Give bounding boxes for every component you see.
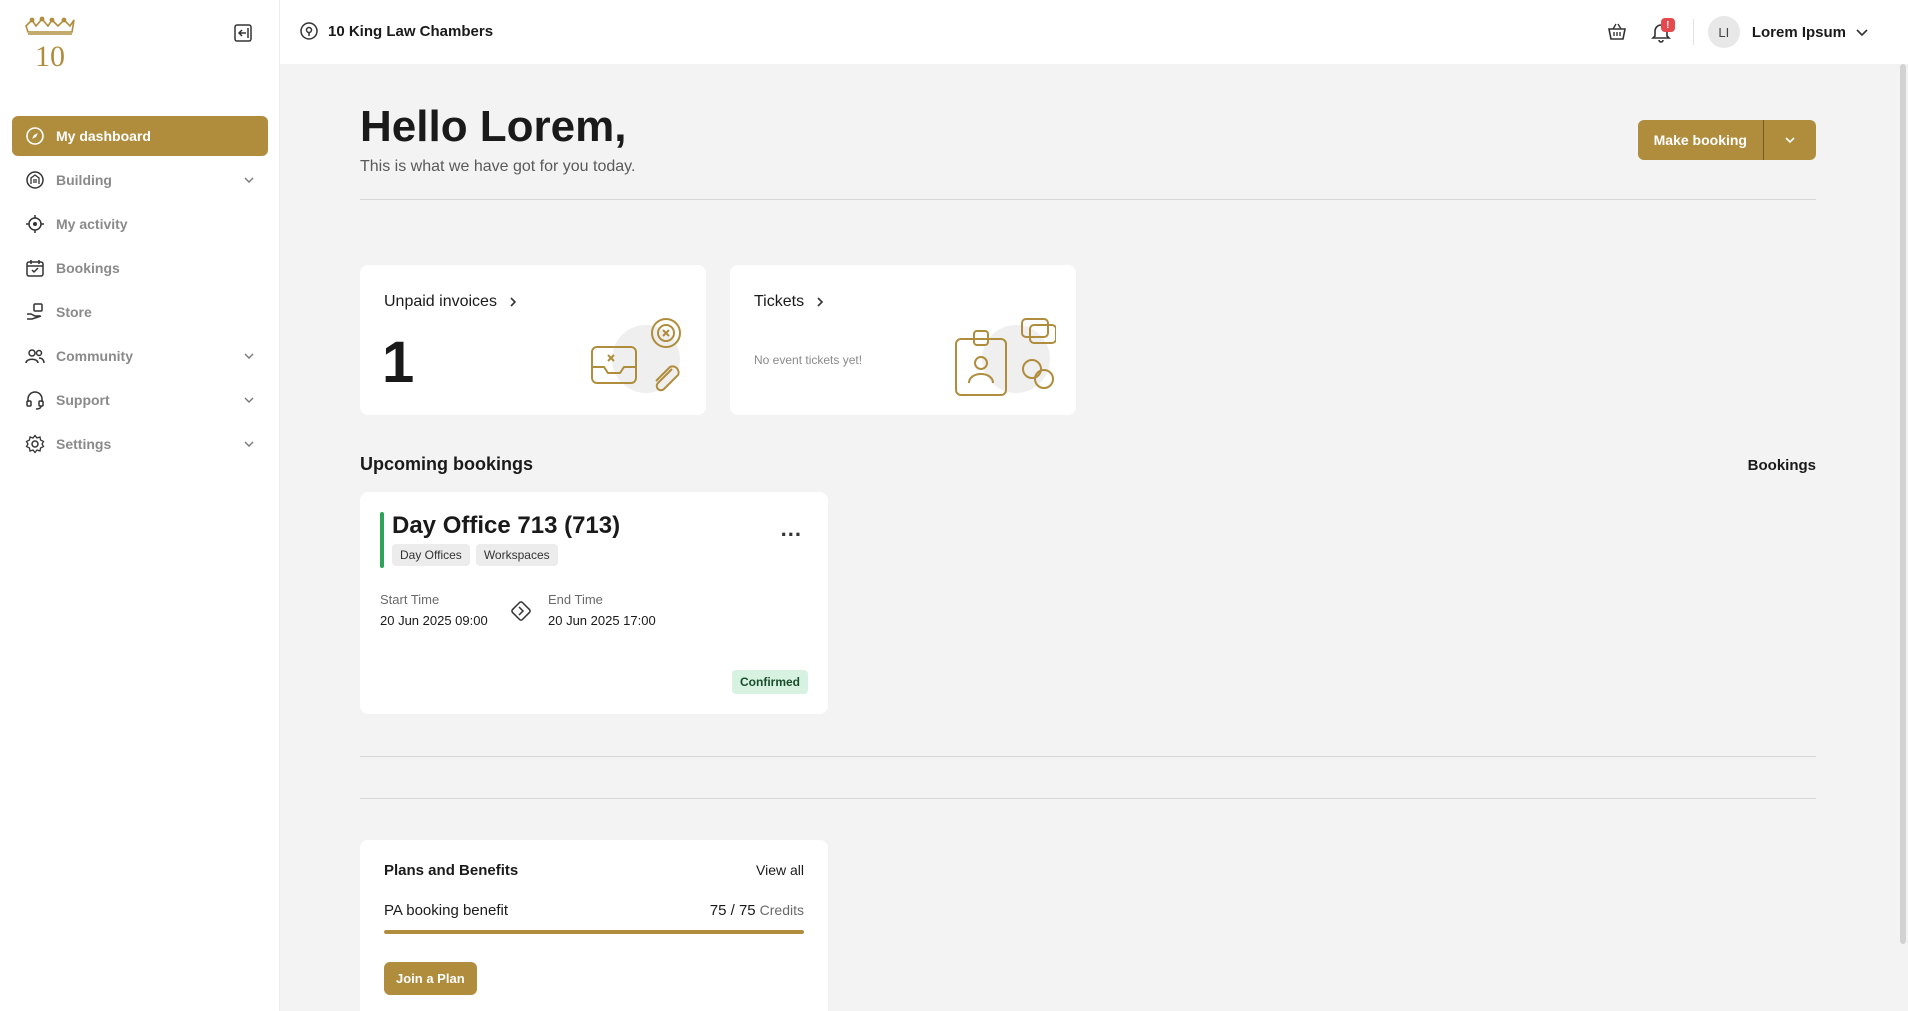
- end-time-value: 20 Jun 2025 17:00: [548, 613, 656, 628]
- plans-benefits-card: Plans and Benefits View all PA booking b…: [360, 840, 828, 1011]
- tickets-empty-text: No event tickets yet!: [754, 353, 863, 367]
- benefit-credits: 75 / 75 Credits: [710, 902, 804, 919]
- card-title-text: Tickets: [754, 293, 805, 310]
- chevron-right-icon: [510, 297, 517, 307]
- benefit-name: PA booking benefit: [384, 902, 508, 919]
- collapse-sidebar-icon[interactable]: [232, 22, 254, 44]
- sidebar: 10 My dashboard Building My activity Boo…: [0, 0, 280, 1011]
- sidebar-item-bookings[interactable]: Bookings: [12, 248, 268, 288]
- view-all-link[interactable]: View all: [756, 862, 804, 878]
- people-icon: [24, 345, 46, 367]
- calendar-icon: [24, 257, 46, 279]
- scrollbar[interactable]: [1900, 64, 1906, 944]
- sidebar-item-settings[interactable]: Settings: [12, 424, 268, 464]
- location-selector[interactable]: 10 King Law Chambers: [298, 20, 493, 42]
- sidebar-item-label: Community: [56, 348, 133, 364]
- start-time-label: Start Time: [380, 592, 440, 607]
- booking-tags: Day Offices Workspaces: [392, 544, 564, 566]
- svg-text:10: 10: [35, 40, 65, 72]
- join-plan-button[interactable]: Join a Plan: [384, 962, 477, 995]
- compass-icon: [24, 125, 46, 147]
- sidebar-item-support[interactable]: Support: [12, 380, 268, 420]
- arrow-right-icon: [511, 601, 531, 621]
- store-icon: [24, 301, 46, 323]
- notifications-button[interactable]: !: [1645, 16, 1677, 48]
- chevron-down-icon[interactable]: [1854, 24, 1870, 40]
- sidebar-nav: My dashboard Building My activity Bookin…: [12, 116, 268, 468]
- invoice-count: 1: [382, 330, 415, 395]
- make-booking-dropdown[interactable]: [1764, 120, 1816, 160]
- card-title[interactable]: Unpaid invoices: [384, 293, 519, 311]
- upcoming-bookings-title: Upcoming bookings: [360, 454, 533, 474]
- sidebar-item-building[interactable]: Building: [12, 160, 268, 200]
- benefit-progress-fill: [384, 930, 804, 934]
- notification-badge: !: [1660, 18, 1675, 32]
- tag: Workspaces: [475, 544, 558, 566]
- benefit-unit: Credits: [759, 902, 804, 918]
- tag: Day Offices: [392, 544, 470, 566]
- booking-card[interactable]: Day Office 713 (713) ... Day Offices Wor…: [360, 492, 828, 714]
- location-name: 10 King Law Chambers: [328, 22, 494, 40]
- headset-icon: [24, 389, 46, 411]
- sidebar-item-label: Bookings: [56, 260, 120, 276]
- sidebar-item-label: Store: [56, 304, 92, 320]
- end-time-label: End Time: [548, 592, 603, 607]
- booking-title: Day Office 713 (713): [392, 512, 621, 539]
- start-time-value: 20 Jun 2025 09:00: [380, 613, 488, 628]
- logo[interactable]: 10: [22, 16, 78, 73]
- tickets-card[interactable]: Tickets No event tickets yet!: [730, 265, 1076, 415]
- chevron-right-icon: [817, 297, 824, 307]
- sidebar-item-label: Building: [56, 172, 112, 188]
- card-title-text: Unpaid invoices: [384, 293, 497, 310]
- divider: [1692, 19, 1694, 45]
- chevron-down-icon: [244, 353, 254, 359]
- chevron-down-icon: [244, 177, 254, 183]
- page-subtitle: This is what we have got for you today.: [360, 158, 636, 175]
- status-badge: Confirmed: [732, 670, 808, 694]
- start-time: Start Time 20 Jun 2025 09:00: [380, 592, 488, 628]
- sidebar-item-label: Support: [56, 392, 110, 408]
- chevron-down-icon: [244, 441, 254, 447]
- ticket-badge-illustration-icon: [955, 318, 1056, 396]
- page-title: Hello Lorem,: [360, 102, 627, 151]
- plans-title: Plans and Benefits: [384, 862, 519, 879]
- make-booking-button[interactable]: Make booking: [1637, 120, 1816, 160]
- more-options-icon[interactable]: ...: [781, 516, 802, 542]
- sidebar-item-label: My activity: [56, 216, 128, 232]
- gear-icon: [24, 433, 46, 455]
- unpaid-invoices-card[interactable]: Unpaid invoices 1: [360, 265, 706, 415]
- sidebar-item-dashboard[interactable]: My dashboard: [12, 116, 268, 156]
- sidebar-item-label: My dashboard: [56, 128, 151, 144]
- top-bar-actions: ! LI Lorem Ipsum: [1589, 14, 1870, 50]
- divider: [360, 798, 1816, 799]
- divider: [360, 199, 1816, 200]
- building-icon: [24, 169, 46, 191]
- benefit-progress-bar: [384, 930, 804, 934]
- end-time: End Time 20 Jun 2025 17:00: [548, 592, 656, 628]
- sidebar-item-community[interactable]: Community: [12, 336, 268, 376]
- sidebar-item-label: Settings: [56, 436, 112, 452]
- avatar[interactable]: LI: [1707, 16, 1740, 48]
- invoice-illustration-icon: [591, 318, 681, 393]
- make-booking-label[interactable]: Make booking: [1638, 120, 1764, 160]
- chevron-down-icon: [1785, 137, 1795, 144]
- benefit-value: 75 / 75: [709, 902, 756, 919]
- user-name[interactable]: Lorem Ipsum: [1752, 24, 1846, 41]
- basket-icon[interactable]: [1601, 16, 1633, 48]
- bookings-link[interactable]: Bookings: [1748, 457, 1816, 474]
- location-pin-icon: [298, 20, 320, 42]
- chevron-down-icon: [244, 397, 254, 403]
- card-title[interactable]: Tickets: [754, 293, 826, 311]
- sidebar-item-activity[interactable]: My activity: [12, 204, 268, 244]
- top-bar: 10 King Law Chambers ! LI Lorem Ipsum: [280, 0, 1908, 64]
- sidebar-item-store[interactable]: Store: [12, 292, 268, 332]
- divider: [360, 756, 1816, 757]
- booking-status-accent: [380, 512, 384, 568]
- target-icon: [24, 213, 46, 235]
